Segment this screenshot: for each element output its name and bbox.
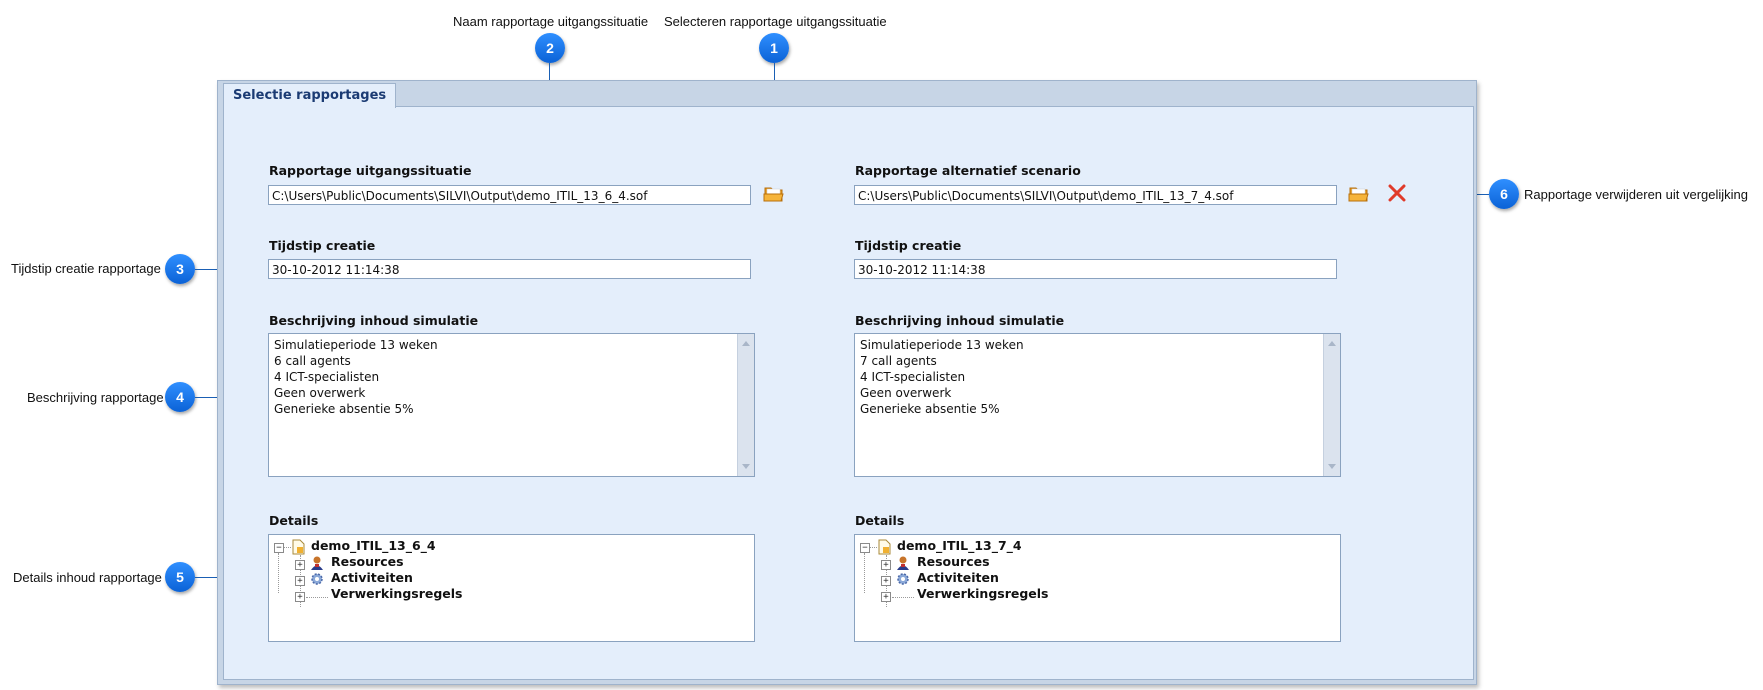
gear-icon — [897, 573, 909, 585]
right-desc-memo[interactable]: Simulatieperiode 13 weken 7 call agents … — [854, 333, 1341, 477]
left-time-field[interactable]: 30-10-2012 11:14:38 — [268, 259, 751, 279]
right-details-tree[interactable]: − demo_ITIL_13_7_4 + Resources + Activit… — [854, 534, 1341, 642]
folder-open-icon — [1348, 187, 1369, 202]
callout-6-label: Rapportage verwijderen uit vergelijking — [1524, 187, 1749, 202]
tab-selectie-rapportages[interactable]: Selectie rapportages — [223, 83, 397, 108]
remove-report-button[interactable] — [1386, 182, 1408, 204]
desc-line: 6 call agents — [274, 354, 351, 368]
desc-line: Geen overwerk — [274, 386, 366, 400]
callout-3-badge: 3 — [165, 254, 195, 284]
tree-root-label[interactable]: demo_ITIL_13_7_4 — [897, 538, 1022, 553]
callout-4-badge: 4 — [165, 382, 195, 412]
callout-2-label: Naam rapportage uitgangssituatie — [453, 14, 649, 29]
right-desc-scrollbar[interactable] — [1323, 334, 1340, 476]
tree-node-resources[interactable]: Resources — [331, 554, 404, 569]
expand-icon[interactable]: + — [881, 576, 891, 586]
scroll-down-icon[interactable] — [1328, 464, 1336, 469]
tree-node-activiteiten[interactable]: Activiteiten — [331, 570, 413, 585]
document-icon — [878, 539, 891, 555]
right-report-label: Rapportage alternatief scenario — [855, 163, 1081, 178]
expand-icon[interactable]: + — [295, 592, 305, 602]
collapse-icon[interactable]: − — [274, 543, 284, 553]
desc-line: Generieke absentie 5% — [274, 402, 414, 416]
expand-icon[interactable]: + — [295, 576, 305, 586]
tree-node-verwerkingsregels[interactable]: Verwerkingsregels — [917, 586, 1049, 601]
scroll-down-icon[interactable] — [742, 464, 750, 469]
callout-4-label: Beschrijving rapportage — [27, 390, 164, 405]
callout-1-badge: 1 — [759, 33, 789, 63]
callout-5-label: Details inhoud rapportage — [13, 570, 162, 585]
person-icon — [897, 556, 909, 570]
tree-connector — [892, 597, 914, 598]
tree-connector — [306, 597, 328, 598]
gear-icon — [311, 573, 323, 585]
callout-1-label: Selecteren rapportage uitgangssituatie — [664, 14, 887, 29]
tree-connector — [284, 547, 291, 548]
tree-node-resources[interactable]: Resources — [917, 554, 990, 569]
left-report-path-field[interactable]: C:\Users\Public\Documents\SILVI\Output\d… — [268, 185, 751, 205]
desc-line: 7 call agents — [860, 354, 937, 368]
tree-root-label[interactable]: demo_ITIL_13_6_4 — [311, 538, 436, 553]
desc-line: 4 ICT-specialisten — [860, 370, 966, 384]
tree-connector — [870, 547, 877, 548]
left-time-label: Tijdstip creatie — [269, 238, 376, 253]
left-desc-scrollbar[interactable] — [737, 334, 754, 476]
desc-line: Geen overwerk — [860, 386, 952, 400]
scroll-up-icon[interactable] — [742, 341, 750, 346]
right-report-path-field[interactable]: C:\Users\Public\Documents\SILVI\Output\d… — [854, 185, 1337, 205]
left-details-label: Details — [269, 513, 319, 528]
right-desc-lines: Simulatieperiode 13 weken 7 call agents … — [860, 337, 1024, 417]
person-icon — [311, 556, 323, 570]
right-select-report-button[interactable] — [1348, 183, 1370, 203]
desc-line: Simulatieperiode 13 weken — [274, 338, 438, 352]
tree-connector — [864, 553, 865, 593]
red-x-icon — [1388, 184, 1406, 202]
callout-3-label: Tijdstip creatie rapportage — [11, 261, 161, 276]
expand-icon[interactable]: + — [881, 592, 891, 602]
expand-icon[interactable]: + — [295, 560, 305, 570]
left-details-tree[interactable]: − demo_ITIL_13_6_4 + Resources + Activit… — [268, 534, 755, 642]
desc-line: Generieke absentie 5% — [860, 402, 1000, 416]
expand-icon[interactable]: + — [881, 560, 891, 570]
right-time-field[interactable]: 30-10-2012 11:14:38 — [854, 259, 1337, 279]
tree-node-activiteiten[interactable]: Activiteiten — [917, 570, 999, 585]
collapse-icon[interactable]: − — [860, 543, 870, 553]
tree-node-verwerkingsregels[interactable]: Verwerkingsregels — [331, 586, 463, 601]
left-select-report-button[interactable] — [763, 183, 785, 203]
right-details-label: Details — [855, 513, 905, 528]
desc-line: Simulatieperiode 13 weken — [860, 338, 1024, 352]
callout-2-badge: 2 — [535, 33, 565, 63]
left-report-label: Rapportage uitgangssituatie — [269, 163, 472, 178]
desc-line: 4 ICT-specialisten — [274, 370, 380, 384]
tree-connector — [278, 553, 279, 593]
left-desc-lines: Simulatieperiode 13 weken 6 call agents … — [274, 337, 438, 417]
folder-open-icon — [763, 187, 784, 202]
callout-5-badge: 5 — [165, 562, 195, 592]
left-desc-memo[interactable]: Simulatieperiode 13 weken 6 call agents … — [268, 333, 755, 477]
right-desc-label: Beschrijving inhoud simulatie — [855, 313, 1065, 328]
scroll-up-icon[interactable] — [1328, 341, 1336, 346]
right-time-label: Tijdstip creatie — [855, 238, 962, 253]
callout-6-badge: 6 — [1489, 179, 1519, 209]
document-icon — [292, 539, 305, 555]
left-desc-label: Beschrijving inhoud simulatie — [269, 313, 479, 328]
